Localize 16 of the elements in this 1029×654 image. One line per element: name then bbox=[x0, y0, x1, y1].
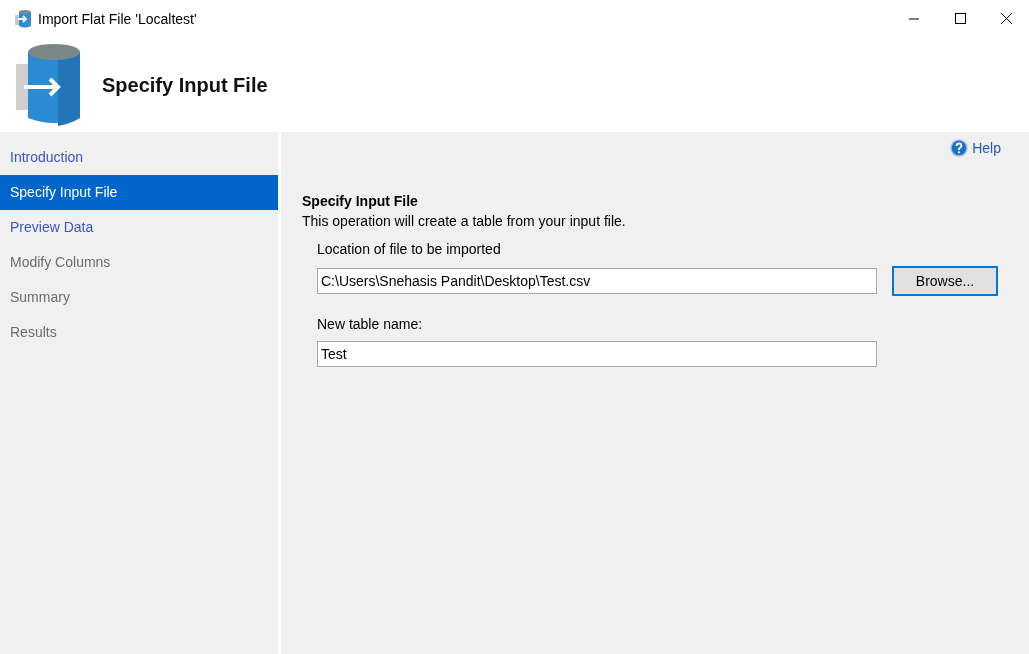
section-description: This operation will create a table from your input file. bbox=[302, 213, 627, 229]
field-label: Location of file to be imported bbox=[317, 241, 502, 257]
database-import-icon bbox=[15, 9, 33, 29]
window-title: Import Flat File 'Localtest' bbox=[38, 11, 197, 27]
sidebar-item[interactable]: Specify Input File bbox=[0, 175, 278, 210]
table-name-field[interactable]: Test bbox=[317, 341, 877, 367]
sidebar-item[interactable]: Preview Data bbox=[0, 210, 278, 245]
section-heading: Specify Input File bbox=[302, 193, 419, 209]
sidebar-item[interactable]: Introduction bbox=[0, 140, 278, 175]
page-title: Specify Input File bbox=[102, 73, 268, 97]
database-import-icon bbox=[14, 42, 82, 128]
browse-button[interactable]: Browse... bbox=[892, 266, 998, 296]
help-icon[interactable] bbox=[950, 139, 969, 157]
help-link[interactable]: Help bbox=[972, 140, 1001, 156]
field-label: New table name: bbox=[317, 316, 424, 332]
file-path-field[interactable]: C:\Users\Snehasis Pandit\Desktop\Test.csv bbox=[317, 268, 877, 294]
